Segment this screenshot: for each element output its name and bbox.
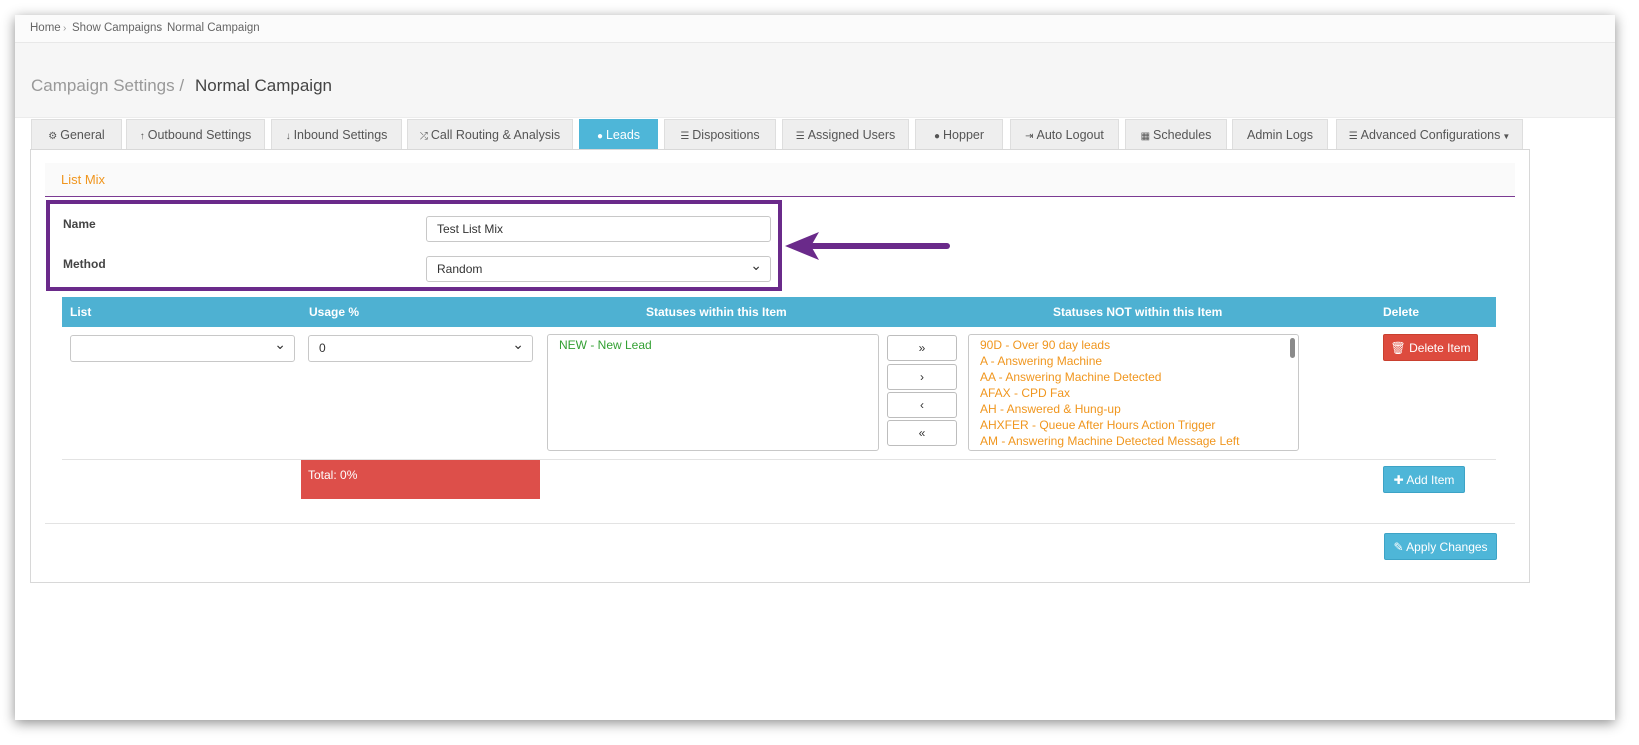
list-select[interactable] <box>70 332 295 362</box>
tab-call-routing[interactable]: ⤮ Call Routing & Analysis <box>407 119 573 149</box>
statuses-within-list[interactable]: NEW - New Lead <box>547 334 879 451</box>
list-item[interactable]: AM - Answering Machine Detected Message … <box>969 433 1298 449</box>
gears-icon: ⚙ <box>48 131 58 142</box>
move-all-right-button[interactable]: » <box>887 335 957 361</box>
usage-select-value: 0 <box>319 341 326 355</box>
list-item[interactable]: AA - Answering Machine Detected <box>969 369 1298 385</box>
list-item[interactable]: NEW - New Lead <box>548 337 878 353</box>
caret-down-icon: ▼ <box>1502 132 1511 141</box>
add-item-label: Add Item <box>1406 473 1455 487</box>
tab-label: Dispositions <box>692 128 760 142</box>
tab-label: Outbound Settings <box>147 128 252 142</box>
move-left-button[interactable]: ‹ <box>887 392 957 418</box>
page-section-title: Campaign Settings / <box>31 76 185 95</box>
tab-leads[interactable]: ● Leads <box>579 119 658 149</box>
tab-outbound-settings[interactable]: ↑ Outbound Settings <box>126 119 265 149</box>
list-item[interactable]: A - Answering Machine <box>969 353 1298 369</box>
tab-assigned-users[interactable]: ☰ Assigned Users <box>782 119 909 149</box>
ordered-list-icon: ☰ <box>795 131 805 142</box>
delete-item-button[interactable]: 🗑 Delete Item <box>1383 334 1478 361</box>
tab-label: Hopper <box>943 128 985 142</box>
edit-icon: ✎ <box>1393 540 1404 554</box>
arrow-up-icon: ↑ <box>139 131 145 142</box>
tab-auto-logout[interactable]: ⇥ Auto Logout <box>1010 119 1119 149</box>
tab-label: Leads <box>605 128 641 142</box>
tab-label: Admin Logs <box>1246 128 1313 142</box>
breadcrumb-show-campaigns[interactable]: Show Campaigns <box>72 22 162 34</box>
annotation-arrow-icon <box>785 232 950 260</box>
server-icon: ☰ <box>1348 131 1358 142</box>
total-badge: Total: 0% <box>301 460 540 499</box>
apply-changes-label: Apply Changes <box>1406 540 1488 554</box>
apply-changes-button[interactable]: ✎ Apply Changes <box>1384 533 1497 560</box>
col-list: List <box>70 305 92 319</box>
calendar-icon: ▦ <box>1140 131 1151 142</box>
tab-label: Auto Logout <box>1036 128 1104 142</box>
tab-label: General <box>60 128 105 142</box>
breadcrumb-current: Normal Campaign <box>167 22 260 34</box>
method-select-value: Random <box>437 262 483 276</box>
users-icon: ● <box>933 131 941 142</box>
tab-admin-logs[interactable]: Admin Logs <box>1232 119 1328 149</box>
col-usage: Usage % <box>309 305 360 319</box>
delete-item-label: Delete Item <box>1409 341 1471 355</box>
col-statuses-not-within: Statuses NOT within this Item <box>1053 305 1223 319</box>
method-select[interactable]: Random <box>426 253 771 282</box>
tab-label: Advanced Configurations <box>1360 128 1501 142</box>
name-label: Name <box>63 217 96 231</box>
list-item[interactable]: AH - Answered & Hung-up <box>969 401 1298 417</box>
tab-label: Call Routing & Analysis <box>430 128 561 142</box>
arrow-down-icon: ↓ <box>285 131 291 142</box>
shuffle-icon: ⤮ <box>419 131 428 142</box>
tab-advanced-configurations[interactable]: ☰ Advanced Configurations ▼ <box>1336 119 1523 149</box>
col-statuses-within: Statuses within this Item <box>646 305 787 319</box>
tab-label: Schedules <box>1153 128 1212 142</box>
tab-dispositions[interactable]: ☰ Dispositions <box>664 119 776 149</box>
breadcrumb-separator: › <box>158 23 162 34</box>
list-item[interactable]: AFAX - CPD Fax <box>969 385 1298 401</box>
total-label: Total: 0% <box>308 468 358 482</box>
sign-out-icon: ⇥ <box>1025 131 1034 142</box>
name-input[interactable]: Test List Mix <box>426 216 771 242</box>
list-mix-title: List Mix <box>61 172 106 187</box>
tab-hopper[interactable]: ● Hopper <box>915 119 1003 149</box>
tab-label: Assigned Users <box>807 128 896 142</box>
move-all-left-button[interactable]: « <box>887 420 957 446</box>
add-item-button[interactable]: ✚ Add Item <box>1383 466 1465 493</box>
page-header: Campaign Settings / Normal Campaign <box>15 43 1615 118</box>
footer-divider <box>45 523 1515 524</box>
list-mix-header: List Mix <box>45 163 1515 197</box>
trash-icon: 🗑 <box>1390 341 1406 355</box>
table-header: List Usage % Statuses within this Item S… <box>62 297 1496 327</box>
breadcrumb-home[interactable]: Home <box>30 22 61 34</box>
method-label: Method <box>63 257 106 271</box>
tab-schedules[interactable]: ▦ Schedules <box>1125 119 1227 149</box>
list-item[interactable]: AHXFER - Queue After Hours Action Trigge… <box>969 417 1298 433</box>
tab-general[interactable]: ⚙ General <box>31 119 122 149</box>
app-window: Home › Show Campaigns › Normal Campaign … <box>15 15 1615 720</box>
users-icon: ● <box>596 131 603 142</box>
tab-label: Inbound Settings <box>293 128 388 142</box>
move-right-button[interactable]: › <box>887 364 957 390</box>
statuses-not-within-list[interactable]: 90D - Over 90 day leads A - Answering Ma… <box>968 334 1299 451</box>
usage-select[interactable]: 0 <box>308 332 533 362</box>
page-title: Normal Campaign <box>195 76 332 95</box>
col-delete: Delete <box>1383 305 1420 319</box>
row-divider <box>62 459 1496 460</box>
list-item[interactable]: 90D - Over 90 day leads <box>969 337 1298 353</box>
tab-inbound-settings[interactable]: ↓ Inbound Settings <box>271 119 402 149</box>
plus-icon: ✚ <box>1393 473 1404 487</box>
scrollbar-thumb[interactable] <box>1290 338 1295 358</box>
breadcrumb: Home › Show Campaigns › Normal Campaign <box>15 15 1615 43</box>
breadcrumb-separator: › <box>63 23 67 34</box>
list-icon: ☰ <box>680 131 690 142</box>
